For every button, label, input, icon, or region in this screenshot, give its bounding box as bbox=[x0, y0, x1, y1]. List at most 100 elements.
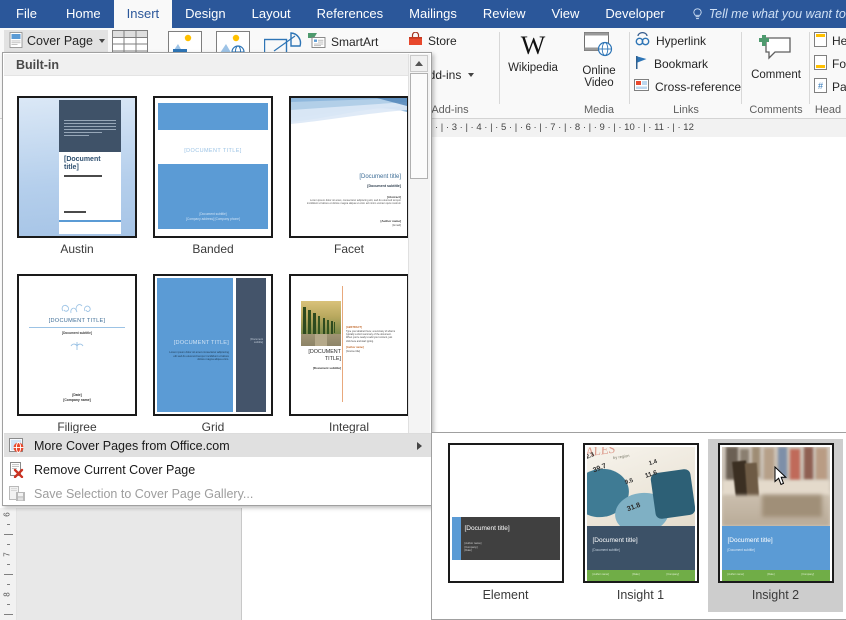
group-label-header-footer: Head bbox=[814, 104, 842, 116]
ribbon-group-media: Online Video Media bbox=[568, 28, 630, 118]
tab-insert[interactable]: Insert bbox=[113, 0, 173, 28]
ribbon-group-links: Hyperlink Bookmark Cross-reference Links bbox=[630, 28, 742, 118]
wikipedia-icon: W bbox=[520, 31, 546, 60]
tab-file-label: File bbox=[16, 6, 37, 21]
comment-icon bbox=[759, 34, 793, 67]
menu-item-label: Save Selection to Cover Page Gallery... bbox=[34, 486, 254, 501]
tab-layout-label: Layout bbox=[251, 6, 291, 21]
cover-thumb-banded: [DOCUMENT TITLE] [Document subtitle] [Co… bbox=[153, 96, 273, 238]
header-icon bbox=[814, 32, 827, 50]
smartart-icon bbox=[308, 32, 326, 51]
tab-references-label: References bbox=[316, 6, 384, 21]
cover-page-button[interactable]: Cover Page bbox=[4, 30, 108, 52]
gallery-item-label: Banded bbox=[192, 242, 234, 256]
svg-text:#: # bbox=[818, 81, 823, 91]
tab-references[interactable]: References bbox=[304, 0, 396, 28]
chevron-down-icon bbox=[468, 73, 475, 77]
gallery-item-element[interactable]: [Document title] [Author name] [Company][… bbox=[438, 439, 573, 612]
ribbon-group-comments: Comment Comments bbox=[742, 28, 810, 118]
submenu-arrow-icon bbox=[417, 441, 422, 450]
tab-view[interactable]: View bbox=[538, 0, 592, 28]
comment-label: Comment bbox=[751, 69, 801, 81]
gallery-item-label: Grid bbox=[201, 420, 225, 434]
footer-label: Fo bbox=[832, 57, 846, 71]
page-number-label: Pa bbox=[832, 80, 846, 94]
gallery-item-integral[interactable]: [DOCUMENT TITLE] [Document subtitle] [ABS… bbox=[282, 274, 410, 434]
online-video-button[interactable]: Online Video bbox=[576, 32, 622, 90]
vertical-ruler[interactable]: 6 7 8 bbox=[0, 508, 17, 620]
save-selection-icon bbox=[4, 483, 30, 504]
tab-file[interactable]: File bbox=[0, 0, 53, 28]
hyperlink-button[interactable]: Hyperlink bbox=[634, 31, 706, 50]
store-label: Store bbox=[428, 34, 457, 48]
bookmark-button[interactable]: Bookmark bbox=[634, 55, 708, 73]
store-icon bbox=[408, 31, 423, 50]
tab-insert-label: Insert bbox=[126, 6, 160, 21]
cover-thumb-integral: [DOCUMENT TITLE] [Document subtitle] [ABS… bbox=[289, 274, 409, 416]
vertical-ruler-num-6: 6 bbox=[2, 512, 12, 517]
header-label: He bbox=[832, 34, 846, 48]
gallery-item-insight-2[interactable]: [Document title] [Document subtitle] [Au… bbox=[708, 439, 843, 612]
gallery-scrollbar[interactable] bbox=[408, 54, 430, 460]
cover-page-dropdown: Built-in [Document title] Austin [DOCUME… bbox=[2, 52, 432, 506]
horizontal-ruler-ticks: · | · 3 · | · 4 · | · 5 · | · 6 · | · 7 … bbox=[435, 122, 694, 133]
bookmark-label: Bookmark bbox=[654, 57, 709, 71]
wikipedia-addin-button[interactable]: W Wikipedia bbox=[498, 32, 568, 75]
tab-review[interactable]: Review bbox=[470, 0, 539, 28]
tab-view-label: View bbox=[551, 6, 580, 21]
cover-thumb-facet: [Document title] [Document subtitle] [Ab… bbox=[289, 96, 409, 238]
tab-layout[interactable]: Layout bbox=[239, 0, 304, 28]
ribbon-group-header-footer: He Fo # Pa Head bbox=[810, 28, 846, 118]
cover-thumb-austin: [Document title] bbox=[17, 96, 137, 238]
cross-reference-button[interactable]: Cross-reference bbox=[634, 78, 741, 96]
gallery-item-banded[interactable]: [DOCUMENT TITLE] [Document subtitle] [Co… bbox=[146, 96, 280, 256]
cover-thumb-grid: [DOCUMENT TITLE] Lorem ipsum dolor sit a… bbox=[153, 274, 273, 416]
tab-mailings[interactable]: Mailings bbox=[396, 0, 470, 28]
tell-me-text: Tell me what you want to d bbox=[708, 7, 846, 21]
group-label-comments: Comments bbox=[749, 104, 803, 116]
menu-item-label: Remove Current Cover Page bbox=[34, 462, 196, 477]
header-button[interactable]: He bbox=[814, 32, 846, 50]
ribbon-tab-strip: File Home Insert Design Layout Reference… bbox=[0, 0, 846, 28]
online-video-label-line2: Video bbox=[584, 77, 614, 89]
footer-button[interactable]: Fo bbox=[814, 55, 846, 73]
horizontal-ruler[interactable]: · | · 3 · | · 4 · | · 5 · | · 6 · | · 7 … bbox=[431, 119, 846, 138]
cover-page-menu: More Cover Pages from Office.com Remove … bbox=[4, 433, 432, 504]
cover-page-gallery: [Document title] Austin [DOCUMENT TITLE] … bbox=[4, 76, 410, 460]
tab-design[interactable]: Design bbox=[172, 0, 238, 28]
gallery-item-filigree[interactable]: [DOCUMENT TITLE] [Document subtitle] [Da… bbox=[10, 274, 144, 434]
cover-page-icon bbox=[9, 31, 23, 51]
cover-thumb-insight-1: SALES by region 39.7 12.3 31.8 9.5 1.4 1… bbox=[582, 443, 699, 583]
gallery-item-insight-1[interactable]: SALES by region 39.7 12.3 31.8 9.5 1.4 1… bbox=[573, 439, 708, 612]
tab-developer[interactable]: Developer bbox=[592, 0, 677, 28]
lightbulb-icon bbox=[692, 7, 703, 21]
scrollbar-thumb[interactable] bbox=[410, 73, 428, 179]
word-application-window: File Home Insert Design Layout Reference… bbox=[0, 0, 846, 620]
menu-item-remove-current-cover-page[interactable]: Remove Current Cover Page bbox=[4, 458, 432, 481]
gallery-item-label: Austin bbox=[60, 242, 94, 256]
gallery-item-label: Facet bbox=[333, 242, 364, 256]
tab-home-label: Home bbox=[65, 6, 101, 21]
comment-button[interactable]: Comment bbox=[747, 34, 805, 82]
store-button[interactable]: Store bbox=[408, 31, 457, 50]
remove-page-icon bbox=[4, 459, 30, 480]
gallery-section-title: Built-in bbox=[16, 57, 60, 72]
gallery-item-austin[interactable]: [Document title] Austin bbox=[10, 96, 144, 256]
tell-me-search[interactable]: Tell me what you want to d bbox=[678, 0, 846, 28]
tab-mailings-label: Mailings bbox=[409, 6, 457, 21]
tab-home[interactable]: Home bbox=[53, 0, 114, 28]
document-page-left[interactable] bbox=[241, 508, 432, 620]
wikipedia-label: Wikipedia bbox=[508, 62, 558, 74]
cross-reference-icon bbox=[634, 78, 650, 96]
page-number-icon: # bbox=[814, 78, 827, 96]
document-page[interactable] bbox=[431, 137, 846, 430]
cover-thumb-element: [Document title] [Author name] [Company][… bbox=[447, 443, 564, 583]
smartart-button[interactable]: SmartArt bbox=[308, 32, 378, 51]
tab-review-label: Review bbox=[482, 6, 526, 21]
gallery-item-grid[interactable]: [DOCUMENT TITLE] Lorem ipsum dolor sit a… bbox=[146, 274, 280, 434]
menu-item-more-cover-pages[interactable]: More Cover Pages from Office.com bbox=[4, 434, 432, 457]
gallery-item-facet[interactable]: [Document title] [Document subtitle] [Ab… bbox=[282, 96, 410, 256]
page-number-button[interactable]: # Pa bbox=[814, 78, 846, 96]
scroll-up-button[interactable] bbox=[410, 55, 428, 72]
cover-page-gallery-overflow: [Document title] [Author name] [Company][… bbox=[431, 432, 846, 620]
